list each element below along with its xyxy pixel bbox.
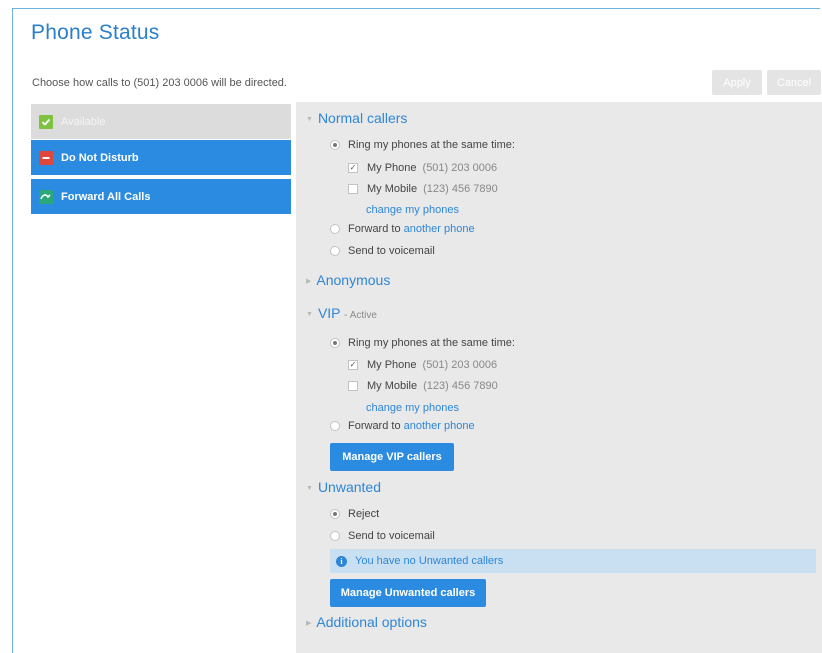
apply-button[interactable]: Apply [712, 70, 762, 95]
radio-button-icon [330, 338, 340, 348]
radio-voicemail-unwanted[interactable]: Send to voicemail [330, 530, 435, 542]
info-icon: i [336, 555, 347, 567]
forward-icon [39, 189, 53, 204]
checkbox-my-phone-vip[interactable]: ✓ My Phone (501) 203 0006 [348, 359, 497, 371]
expand-arrow-icon: ▶ [306, 278, 312, 285]
radio-forward-vip[interactable]: Forward to another phone [330, 420, 475, 432]
manage-vip-callers-button[interactable]: Manage VIP callers [330, 443, 454, 471]
section-vip[interactable]: ▼ VIP - Active [306, 305, 377, 321]
collapse-arrow-icon: ▼ [306, 116, 313, 123]
checkbox-my-phone-normal[interactable]: ✓ My Phone (501) 203 0006 [348, 162, 497, 174]
section-unwanted[interactable]: ▼ Unwanted [306, 479, 381, 495]
cancel-button[interactable]: Cancel [767, 70, 821, 95]
checkbox-checked-icon: ✓ [348, 163, 358, 173]
section-normal-callers[interactable]: ▼ Normal callers [306, 110, 407, 126]
section-additional-options[interactable]: ▶ Additional options [306, 614, 427, 630]
radio-button-icon [330, 531, 340, 541]
collapse-arrow-icon: ▼ [306, 485, 313, 492]
page-title: Phone Status [31, 21, 160, 44]
status-label: Available [61, 115, 106, 128]
radio-button-icon [330, 246, 340, 256]
change-my-phones-link[interactable]: change my phones [366, 204, 459, 216]
radio-ring-phones-normal[interactable]: Ring my phones at the same time: [330, 139, 515, 151]
vip-active-tag: - Active [344, 310, 377, 321]
page-subtitle: Choose how calls to (501) 203 0006 will … [32, 77, 287, 89]
checkbox-my-mobile-normal[interactable]: My Mobile (123) 456 7890 [348, 183, 498, 195]
collapse-arrow-icon: ▼ [306, 311, 313, 318]
status-label: Do Not Disturb [61, 151, 139, 164]
status-forward-all-calls[interactable]: Forward All Calls [31, 179, 291, 214]
another-phone-link[interactable]: another phone [404, 420, 475, 432]
options-panel: ▼ Normal callers Ring my phones at the sa… [296, 102, 822, 653]
radio-button-icon [330, 224, 340, 234]
radio-button-icon [330, 509, 340, 519]
another-phone-link[interactable]: another phone [404, 223, 475, 235]
expand-arrow-icon: ▶ [306, 620, 312, 627]
status-list: Available Do Not Disturb Forward All Cal… [29, 102, 294, 653]
change-my-phones-link[interactable]: change my phones [366, 402, 459, 414]
section-anonymous[interactable]: ▶ Anonymous [306, 272, 390, 288]
checkbox-my-mobile-vip[interactable]: My Mobile (123) 456 7890 [348, 380, 498, 392]
checkbox-checked-icon: ✓ [348, 360, 358, 370]
status-do-not-disturb[interactable]: Do Not Disturb [31, 140, 291, 175]
manage-unwanted-callers-button[interactable]: Manage Unwanted callers [330, 579, 486, 607]
checkbox-icon [348, 184, 358, 194]
radio-voicemail-normal[interactable]: Send to voicemail [330, 245, 435, 257]
radio-button-icon [330, 140, 340, 150]
radio-forward-normal[interactable]: Forward to another phone [330, 223, 475, 235]
unwanted-info-message: i You have no Unwanted callers [330, 549, 816, 573]
checkbox-icon [348, 381, 358, 391]
radio-reject-unwanted[interactable]: Reject [330, 508, 379, 520]
status-label: Forward All Calls [61, 190, 151, 203]
check-icon [39, 114, 53, 129]
status-available[interactable]: Available [31, 104, 291, 139]
radio-button-icon [330, 421, 340, 431]
radio-ring-phones-vip[interactable]: Ring my phones at the same time: [330, 337, 515, 349]
minus-icon [39, 150, 53, 165]
